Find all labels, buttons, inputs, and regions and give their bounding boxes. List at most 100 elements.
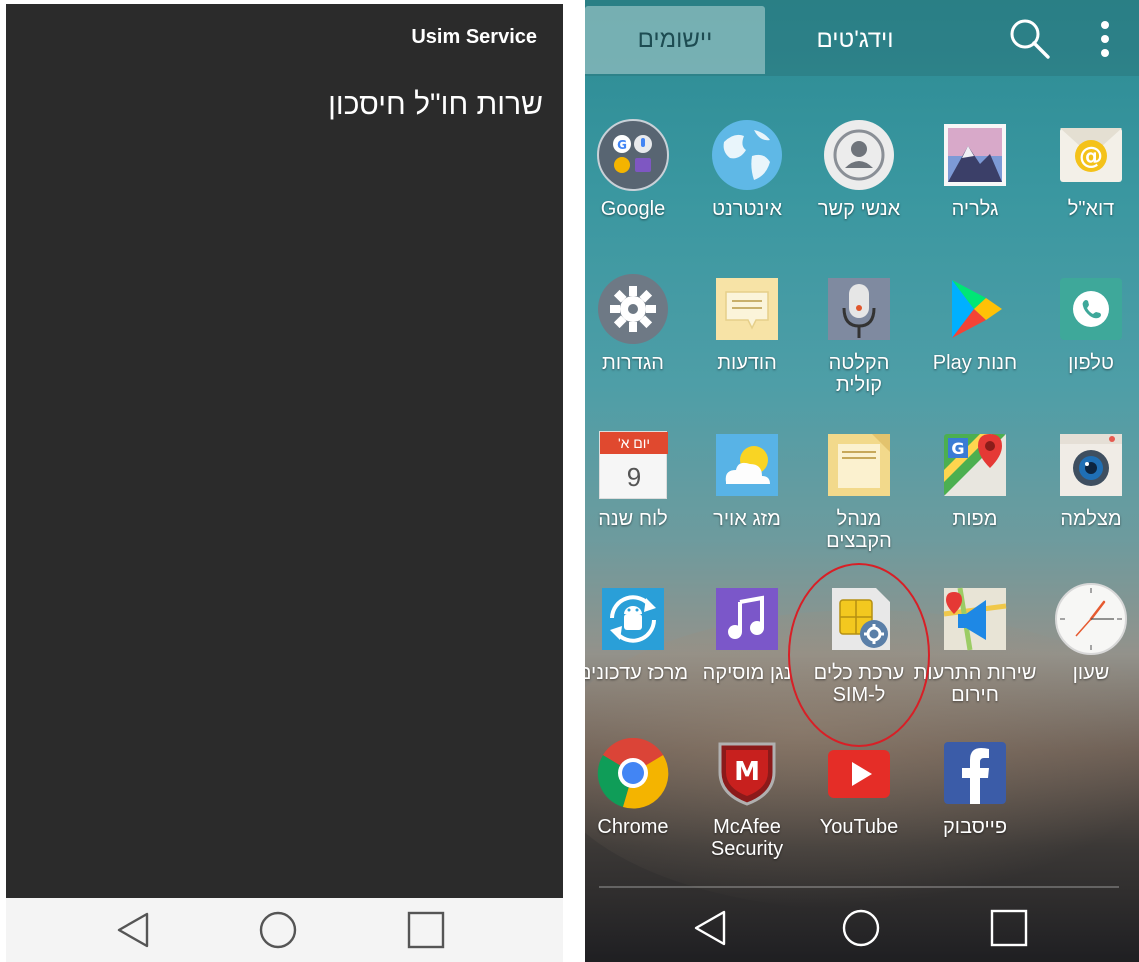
calendar-day-label: יום א' bbox=[600, 432, 668, 454]
recent-apps-icon bbox=[407, 911, 445, 949]
app-update-center[interactable]: מרכז עדכונים bbox=[585, 582, 691, 684]
app-label: הודעות bbox=[717, 352, 777, 374]
app-label: חנות Play bbox=[932, 352, 1018, 374]
back-button[interactable] bbox=[661, 896, 761, 960]
update-center-icon bbox=[596, 582, 670, 656]
app-contacts[interactable]: אנשי קשר bbox=[801, 118, 917, 220]
app-label: YouTube bbox=[819, 816, 899, 838]
svg-text:@: @ bbox=[1079, 142, 1103, 170]
app-drawer-screen: יישומים וידג'טים @ דוא"ל גלריה אנשי קשר … bbox=[585, 0, 1139, 962]
app-label: דוא"ל bbox=[1067, 198, 1115, 220]
app-label: שעון bbox=[1072, 662, 1110, 684]
app-play-store[interactable]: חנות Play bbox=[917, 272, 1033, 374]
app-label: מנהל הקבצים bbox=[826, 508, 892, 552]
back-icon bbox=[694, 910, 726, 946]
overflow-menu-button[interactable] bbox=[1085, 14, 1125, 64]
app-voice-recorder[interactable]: הקלטה קולית bbox=[801, 272, 917, 396]
youtube-icon bbox=[822, 736, 896, 810]
svg-text:G: G bbox=[617, 138, 627, 152]
app-label: מרכז עדכונים bbox=[585, 662, 689, 684]
app-label: גלריה bbox=[951, 198, 999, 220]
back-icon bbox=[117, 912, 149, 948]
app-camera[interactable]: מצלמה bbox=[1033, 428, 1139, 530]
recent-apps-button[interactable] bbox=[959, 896, 1059, 960]
internet-icon bbox=[710, 118, 784, 192]
app-google-folder[interactable]: G Google bbox=[585, 118, 691, 220]
home-button[interactable] bbox=[228, 898, 328, 962]
app-label: פייסבוק bbox=[942, 816, 1008, 838]
clock-icon bbox=[1054, 582, 1128, 656]
app-label: מזג אויר bbox=[713, 508, 781, 530]
app-mcafee[interactable]: M McAfee Security bbox=[689, 736, 805, 860]
app-label: מצלמה bbox=[1060, 508, 1122, 530]
dock-divider bbox=[599, 886, 1119, 888]
app-label: Chrome bbox=[597, 816, 669, 838]
calendar-date-number: 9 bbox=[626, 462, 642, 492]
app-emergency-alerts[interactable]: שירות התרעות חירום bbox=[914, 582, 1036, 706]
app-weather[interactable]: מזג אויר bbox=[689, 428, 805, 530]
weather-icon bbox=[710, 428, 784, 502]
navigation-bar bbox=[6, 898, 563, 962]
navigation-bar bbox=[585, 896, 1139, 962]
app-label: הקלטה קולית bbox=[828, 352, 890, 396]
app-clock[interactable]: שעון bbox=[1033, 582, 1139, 684]
search-icon bbox=[1010, 19, 1050, 59]
tab-apps[interactable]: יישומים bbox=[585, 6, 765, 74]
messages-icon bbox=[710, 272, 784, 346]
app-label: אנשי קשר bbox=[817, 198, 901, 220]
app-email[interactable]: @ דוא"ל bbox=[1033, 118, 1139, 220]
app-facebook[interactable]: פייסבוק bbox=[917, 736, 1033, 838]
app-phone[interactable]: טלפון bbox=[1033, 272, 1139, 374]
app-label: הגדרות bbox=[602, 352, 664, 374]
app-maps[interactable]: G מפות bbox=[917, 428, 1033, 530]
app-messages[interactable]: הודעות bbox=[689, 272, 805, 374]
app-calendar[interactable]: יום א' 9 לוח שנה bbox=[585, 428, 691, 530]
gallery-icon bbox=[938, 118, 1012, 192]
app-label: שירות התרעות חירום bbox=[913, 662, 1037, 706]
app-youtube[interactable]: YouTube bbox=[801, 736, 917, 838]
play-store-icon bbox=[938, 272, 1012, 346]
emergency-alerts-icon bbox=[938, 582, 1012, 656]
music-player-icon bbox=[710, 582, 784, 656]
app-drawer-header: יישומים וידג'טים bbox=[585, 0, 1139, 76]
app-gallery[interactable]: גלריה bbox=[917, 118, 1033, 220]
settings-icon bbox=[596, 272, 670, 346]
contacts-icon bbox=[822, 118, 896, 192]
more-vertical-icon bbox=[1101, 21, 1109, 57]
app-settings[interactable]: הגדרות bbox=[585, 272, 691, 374]
home-icon bbox=[842, 909, 880, 947]
mcafee-icon: M bbox=[710, 736, 784, 810]
phone-icon bbox=[1054, 272, 1128, 346]
svg-text:M: M bbox=[734, 757, 760, 787]
app-internet[interactable]: אינטרנט bbox=[689, 118, 805, 220]
recent-apps-button[interactable] bbox=[376, 898, 476, 962]
app-file-manager[interactable]: מנהל הקבצים bbox=[801, 428, 917, 552]
app-label: McAfee Security bbox=[710, 816, 784, 860]
app-label: נגן מוסיקה bbox=[702, 662, 792, 684]
calendar-icon: יום א' 9 bbox=[596, 428, 670, 502]
home-icon bbox=[259, 911, 297, 949]
maps-icon: G bbox=[938, 428, 1012, 502]
app-title: Usim Service bbox=[411, 26, 537, 48]
usim-service-screen: Usim Service שרות חו"ל חיסכון bbox=[6, 4, 563, 962]
voice-recorder-icon bbox=[822, 272, 896, 346]
facebook-icon bbox=[938, 736, 1012, 810]
usim-service-item[interactable]: שרות חו"ל חיסכון bbox=[328, 88, 543, 122]
app-music-player[interactable]: נגן מוסיקה bbox=[689, 582, 805, 684]
app-label: אינטרנט bbox=[711, 198, 783, 220]
app-label: מפות bbox=[952, 508, 998, 530]
app-label: טלפון bbox=[1068, 352, 1114, 374]
app-chrome[interactable]: Chrome bbox=[585, 736, 691, 838]
email-icon: @ bbox=[1054, 118, 1128, 192]
google-folder-icon: G bbox=[596, 118, 670, 192]
tab-widgets[interactable]: וידג'טים bbox=[765, 6, 945, 74]
back-button[interactable] bbox=[84, 898, 184, 962]
file-manager-icon bbox=[822, 428, 896, 502]
svg-text:G: G bbox=[951, 439, 964, 458]
search-button[interactable] bbox=[1005, 14, 1055, 64]
recent-apps-icon bbox=[990, 909, 1028, 947]
highlight-circle bbox=[788, 563, 930, 747]
home-button[interactable] bbox=[811, 896, 911, 960]
chrome-icon bbox=[596, 736, 670, 810]
app-label: לוח שנה bbox=[598, 508, 668, 530]
